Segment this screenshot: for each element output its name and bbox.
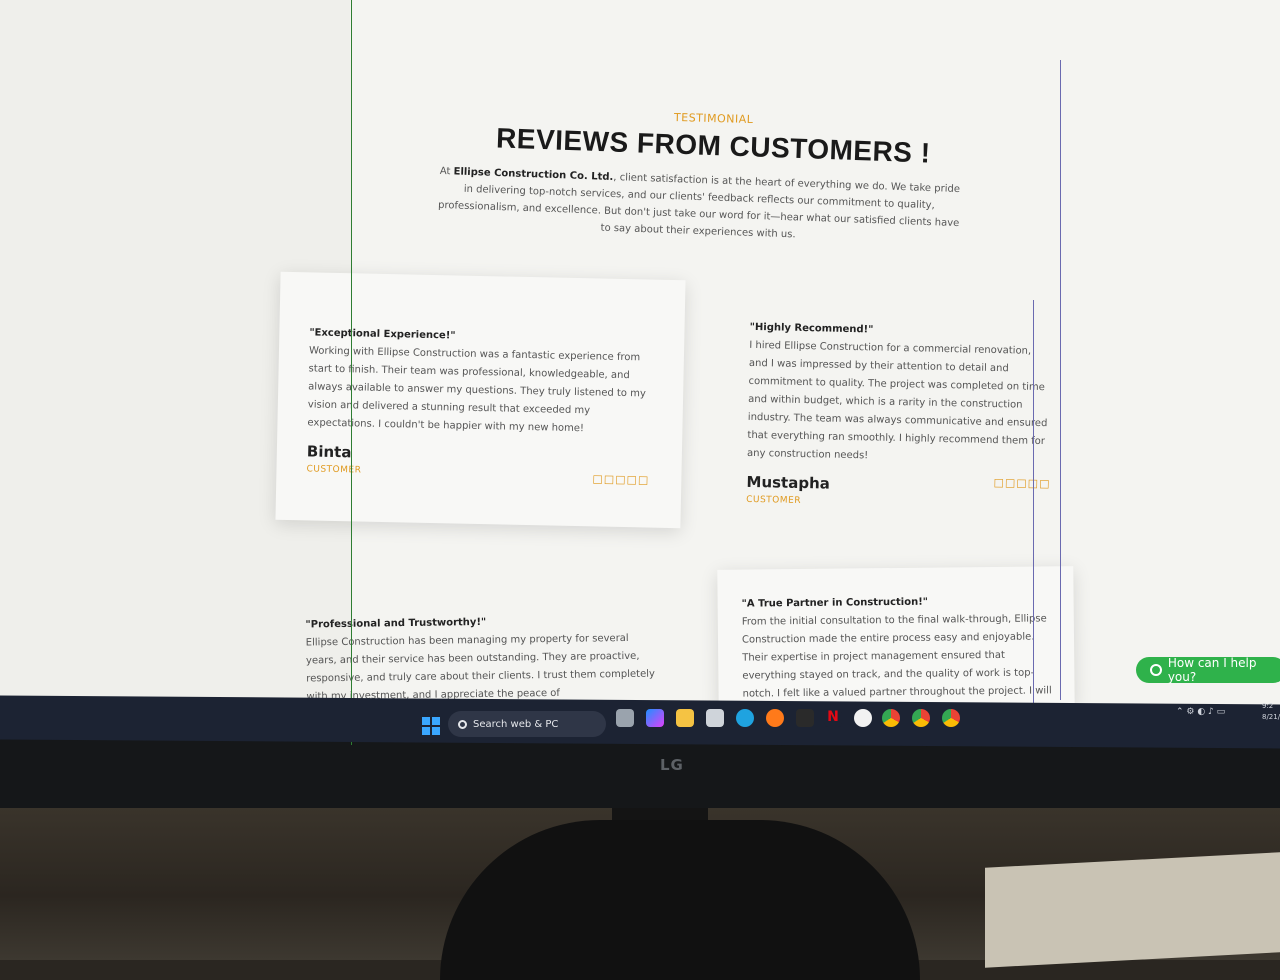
intro-company-name: Ellipse Construction Co. Ltd. xyxy=(453,166,614,183)
testimonial-text: Ellipse Construction has been managing m… xyxy=(305,632,655,703)
testimonial-text: I hired Ellipse Construction for a comme… xyxy=(746,339,1048,462)
testimonial-card-2: "Highly Recommend!" I hired Ellipse Cons… xyxy=(746,319,1051,506)
chat-help-button[interactable]: How can I help you? xyxy=(1136,656,1280,684)
star-rating-icon: □□□□□ xyxy=(993,476,1051,491)
guide-line xyxy=(1033,300,1034,718)
intro-text: , client satisfaction is at the heart of… xyxy=(437,171,961,241)
firefox-icon[interactable] xyxy=(766,709,784,727)
system-tray-icons[interactable]: ⌃ ⚙ ◐ ♪ ▭ xyxy=(1176,707,1225,717)
guide-line xyxy=(1060,60,1061,700)
screen: TESTIMONIAL REVIEWS FROM CUSTOMERS ! At … xyxy=(0,0,1280,718)
app-circle-icon[interactable] xyxy=(854,709,872,727)
chat-help-label: How can I help you? xyxy=(1167,656,1257,684)
testimonial-text: Working with Ellipse Construction was a … xyxy=(307,345,646,435)
section-eyebrow: TESTIMONIAL xyxy=(673,110,754,127)
star-rating-icon: □□□□□ xyxy=(592,472,650,487)
section-intro: At Ellipse Construction Co. Ltd., client… xyxy=(433,163,965,249)
adobe-icon[interactable] xyxy=(796,709,814,727)
whatsapp-icon xyxy=(1150,664,1162,676)
taskbar-search-box[interactable]: Search web & PC xyxy=(448,711,606,737)
copilot-icon[interactable] xyxy=(646,709,664,727)
testimonial-card-3: "Professional and Trustworthy!" Ellipse … xyxy=(305,612,656,707)
section-title: REVIEWS FROM CUSTOMERS ! xyxy=(495,122,932,169)
chrome-profile-icon[interactable] xyxy=(942,709,960,727)
taskbar-search-placeholder: Search web & PC xyxy=(473,718,559,730)
task-view-icon[interactable] xyxy=(616,709,634,727)
taskbar-clock[interactable]: 9:2 8/21/ xyxy=(1262,701,1280,723)
windows-start-button[interactable] xyxy=(422,717,440,735)
file-explorer-icon[interactable] xyxy=(676,709,694,727)
search-icon xyxy=(458,719,467,729)
clock-date: 8/21/ xyxy=(1262,713,1280,721)
chrome-profile-icon[interactable] xyxy=(912,709,930,727)
store-icon[interactable] xyxy=(706,709,724,727)
desk-papers xyxy=(985,852,1280,968)
clock-time: 9:2 xyxy=(1262,702,1274,710)
taskbar xyxy=(0,695,1280,749)
guide-line xyxy=(351,0,352,745)
netflix-icon[interactable]: N xyxy=(824,709,842,727)
edge-icon[interactable] xyxy=(736,709,754,727)
testimonial-card-1: "Exceptional Experience!" Working with E… xyxy=(275,271,686,529)
intro-prefix: At xyxy=(439,165,454,178)
chrome-icon[interactable] xyxy=(882,709,900,727)
screen-top-edge xyxy=(350,0,1280,60)
monitor-brand-logo: LG xyxy=(660,756,684,774)
testimonial-card-4: "A True Partner in Construction!" From t… xyxy=(717,566,1075,718)
